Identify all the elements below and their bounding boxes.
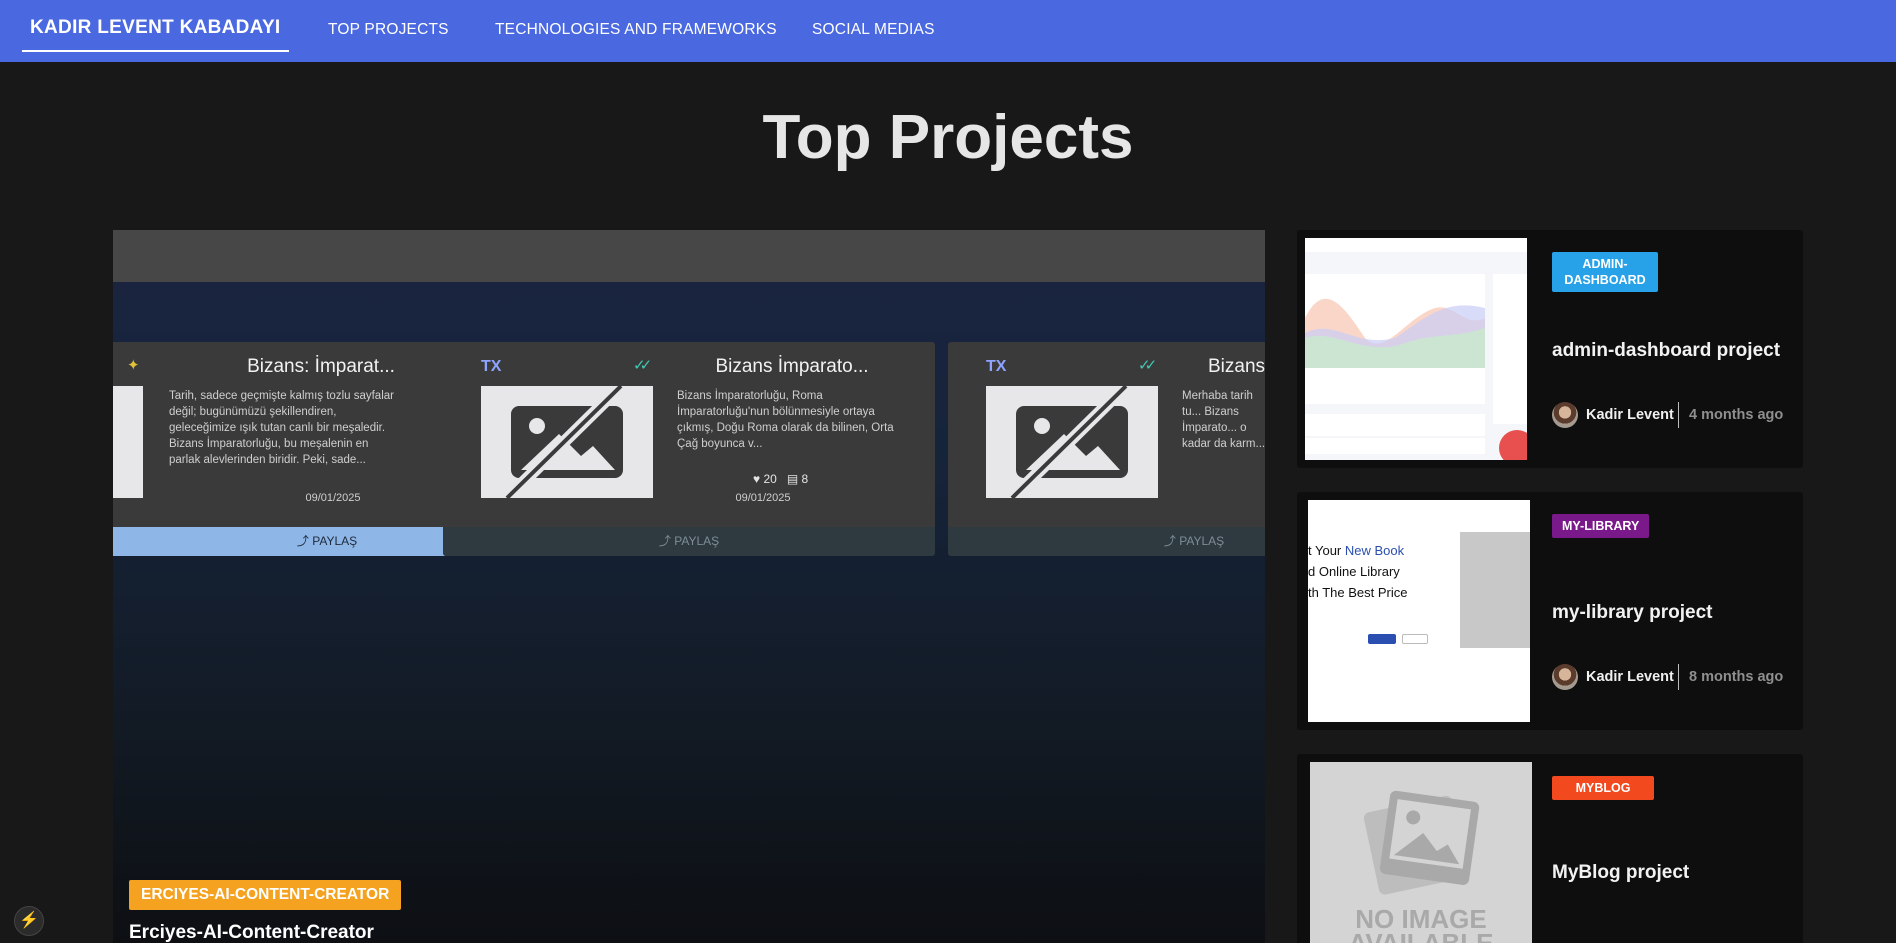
card-tag: TX (481, 358, 502, 375)
coin-icon: ✦ (127, 357, 140, 374)
card-tag: TX (986, 358, 1007, 375)
heart-icon: ♥ (753, 472, 761, 486)
share-icon: ⤴ (658, 534, 671, 548)
preview-card: TX ✓✓ Bizans İmparato... Bizans İmparato… (443, 342, 935, 556)
project-badge[interactable]: MYBLOG (1552, 776, 1654, 800)
share-button[interactable]: ⤴ PAYLAŞ (948, 527, 1265, 556)
card-date: 09/01/2025 (305, 492, 361, 504)
comments-count: 8 (801, 472, 809, 486)
no-image-icon (481, 381, 653, 503)
project-title[interactable]: Erciyes-AI-Content-Creator (129, 922, 374, 943)
nav-link-top-projects[interactable]: TOP PROJECTS (328, 0, 449, 62)
project-badge[interactable]: ADMIN-DASHBOARD (1552, 252, 1658, 292)
featured-project[interactable]: ✦ Bizans: İmparat... Tarih, sadece geçmi… (113, 230, 1265, 943)
time-ago: 4 months ago (1689, 407, 1784, 423)
image-placeholder (113, 386, 143, 498)
preview-headline: t Your New Book d Online Library th The … (1308, 543, 1408, 600)
preview-button (1402, 634, 1428, 644)
nav-link-social-medias[interactable]: SOCIAL MEDIAS (812, 0, 935, 62)
preview-card: TX ✓✓ Bizans Merhaba tarih tu... Bizans … (948, 342, 1265, 556)
nav-link-technologies[interactable]: TECHNOLOGIES AND FRAMEWORKS (495, 0, 777, 62)
project-thumbnail[interactable]: t Your New Book d Online Library th The … (1308, 500, 1530, 722)
share-button[interactable]: ⤴ PAYLAŞ (443, 527, 935, 556)
no-image-text: NO IMAGE AVAILABLE (1348, 904, 1494, 943)
top-navbar: KADIR LEVENT KABADAYI TOP PROJECTS TECHN… (0, 0, 1896, 62)
preview-browser-bar (113, 230, 1265, 282)
project-title[interactable]: MyBlog project (1552, 862, 1689, 884)
share-icon: ⤴ (296, 534, 309, 548)
card-description: Merhaba tarih tu... Bizans İmparato... o… (1182, 390, 1265, 450)
project-card-admin-dashboard[interactable]: ADMIN-DASHBOARD admin-dashboard project … (1297, 230, 1803, 468)
card-title: Bizans: İmparat... (247, 356, 395, 377)
page-title: Top Projects (762, 103, 1134, 172)
card-title: Bizans (1208, 356, 1265, 377)
preview-image (1460, 532, 1530, 648)
project-card-my-library[interactable]: t Your New Book d Online Library th The … (1297, 492, 1803, 730)
likes-count: 20 (763, 472, 777, 486)
project-badge[interactable]: ERCIYES-AI-CONTENT-CREATOR (129, 880, 402, 910)
brand-link[interactable]: KADIR LEVENT KABADAYI (22, 0, 289, 52)
card-description: Tarih, sadece geçmişte kalmış tozlu sayf… (169, 390, 394, 466)
author-name: Kadir Levent (1586, 407, 1674, 423)
project-thumbnail[interactable] (1305, 238, 1527, 460)
project-title[interactable]: admin-dashboard project (1552, 340, 1780, 362)
lightning-icon[interactable]: ⚡ (14, 906, 44, 936)
card-title: Bizans İmparato... (715, 356, 869, 377)
project-card-myblog[interactable]: NO IMAGE AVAILABLE MYBLOG MyBlog project (1297, 754, 1803, 943)
author-name: Kadir Levent (1586, 669, 1674, 685)
card-stats: ♥ 20 ▤ 8 (753, 472, 808, 486)
divider (1678, 664, 1679, 690)
card-date: 09/01/2025 (735, 492, 791, 504)
comment-icon: ▤ (786, 472, 799, 486)
project-badge[interactable]: MY-LIBRARY (1552, 514, 1650, 538)
preview-button (1368, 634, 1396, 644)
share-icon: ⤴ (1163, 534, 1176, 548)
divider (1678, 402, 1679, 428)
project-thumbnail[interactable]: NO IMAGE AVAILABLE (1310, 762, 1532, 943)
card-description: Bizans İmparatorluğu, Roma İmparatorluğu… (677, 390, 894, 450)
project-title[interactable]: my-library project (1552, 602, 1713, 624)
double-check-icon: ✓✓ (633, 357, 652, 374)
time-ago: 8 months ago (1689, 669, 1784, 685)
double-check-icon: ✓✓ (1138, 357, 1157, 374)
avatar (1552, 664, 1578, 690)
no-image-icon (986, 381, 1158, 503)
avatar (1552, 402, 1578, 428)
